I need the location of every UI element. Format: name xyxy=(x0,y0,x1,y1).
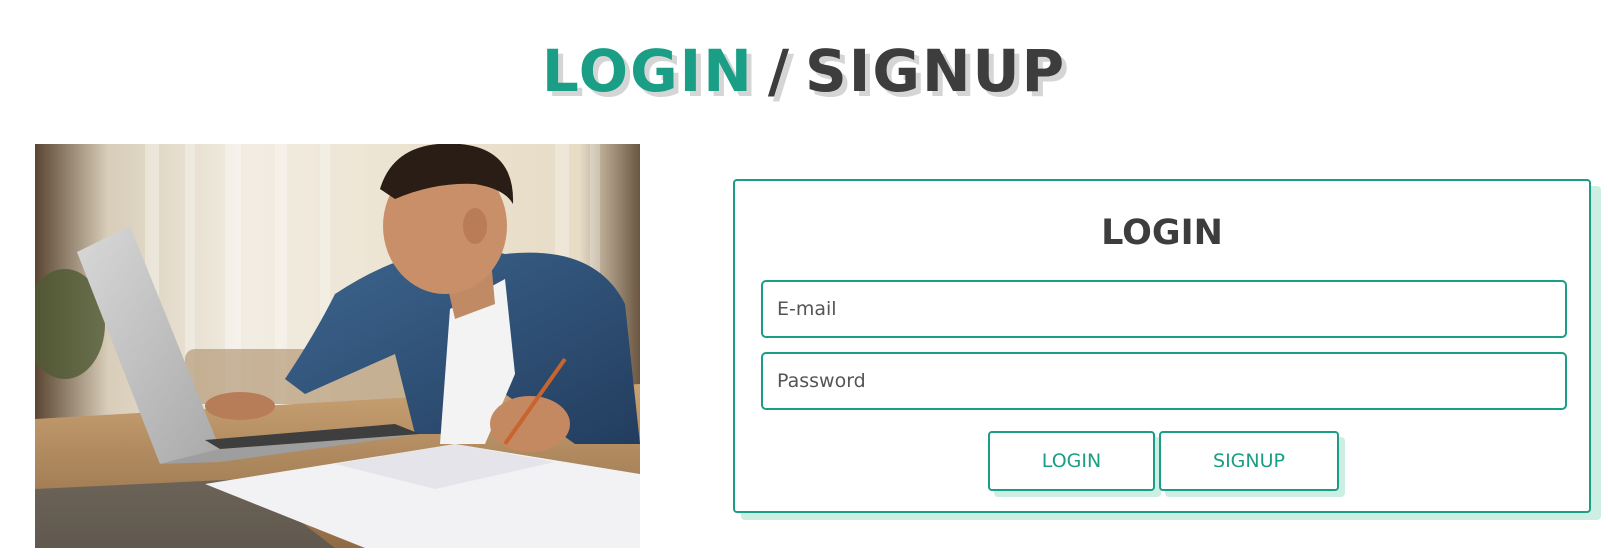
page-title: LOGIN / SIGNUP xyxy=(0,36,1608,106)
login-heading: LOGIN xyxy=(1101,213,1223,253)
hero-photo xyxy=(35,144,640,548)
signup-button[interactable]: SIGNUP xyxy=(1159,431,1339,491)
page-title-separator: / xyxy=(767,37,791,105)
password-field[interactable] xyxy=(761,352,1567,410)
signup-button-wrapper: SIGNUP xyxy=(1159,431,1345,497)
email-field[interactable] xyxy=(761,280,1567,338)
page-title-signup: SIGNUP xyxy=(805,37,1067,105)
login-card: LOGIN LOGIN SIGNUP xyxy=(733,179,1591,513)
login-button[interactable]: LOGIN xyxy=(988,431,1155,491)
page-title-login: LOGIN xyxy=(541,37,754,105)
login-button-wrapper: LOGIN xyxy=(988,431,1161,497)
